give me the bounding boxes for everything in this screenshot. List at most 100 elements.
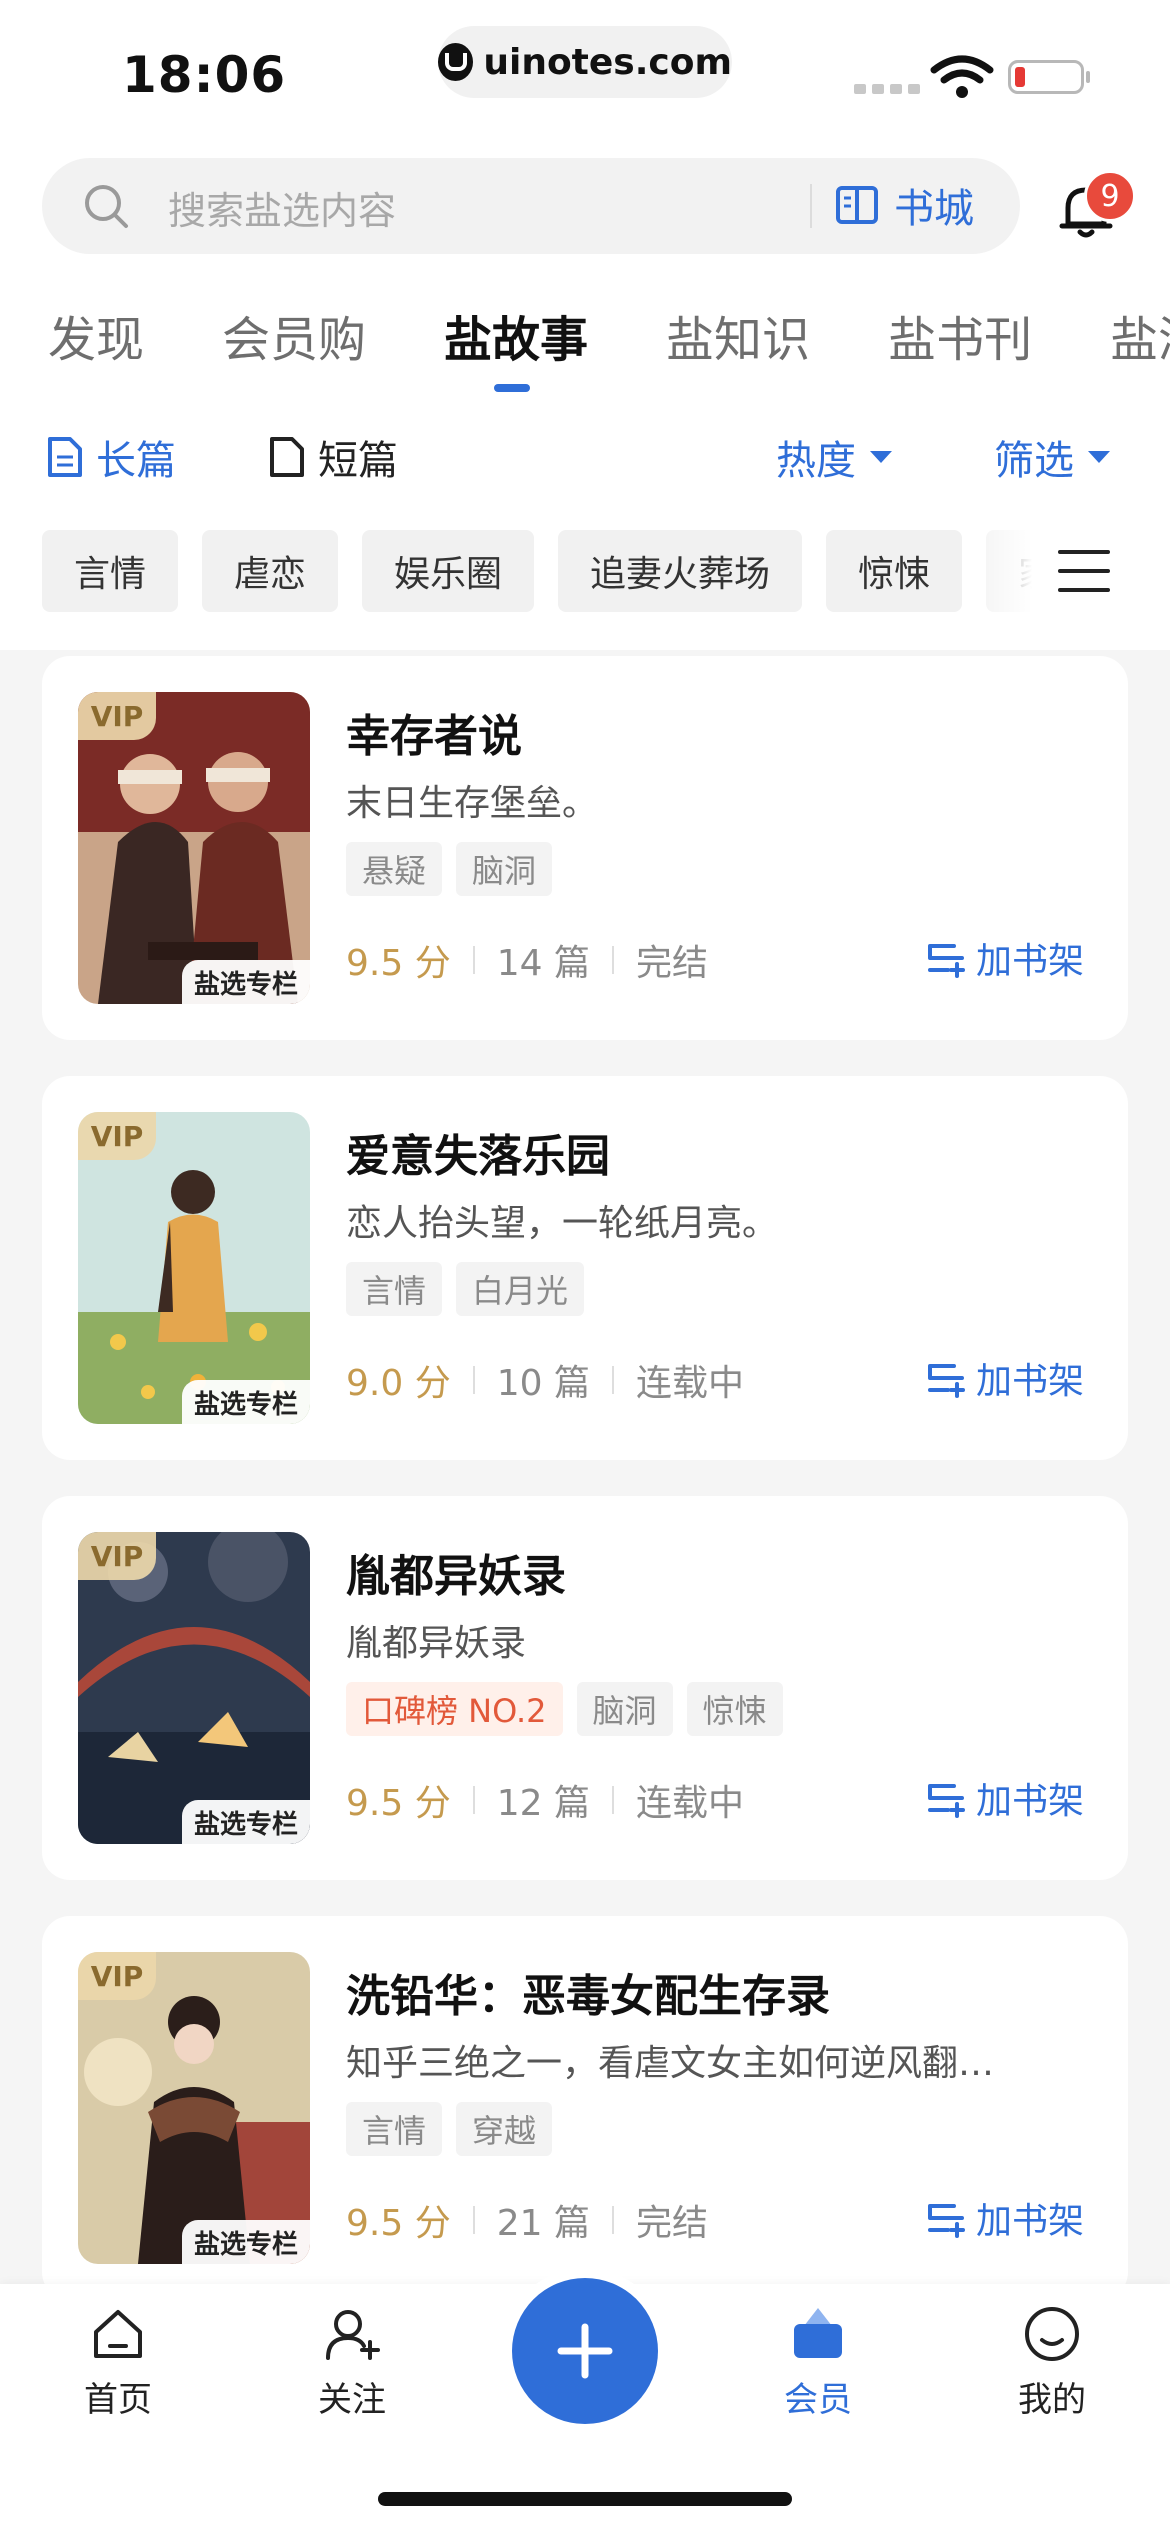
tab-salt-test[interactable]: 盐测 <box>1110 300 1170 370</box>
add-shelf-icon <box>927 2204 965 2238</box>
vip-badge: VIP <box>78 1952 156 2000</box>
book-title: 胤都异妖录 <box>346 1551 566 1602</box>
nav-mine[interactable]: 我的 <box>982 2304 1122 2421</box>
long-form-filter[interactable]: 长篇 <box>46 428 176 486</box>
add-shelf-label: 加书架 <box>975 2201 1084 2242</box>
search-input[interactable]: 搜索盐选内容 <box>168 180 396 235</box>
chip-chasing-wife[interactable]: 追妻火葬场 <box>558 530 803 612</box>
divider <box>472 1366 475 1394</box>
book-cover[interactable]: VIP 盐选专栏 <box>78 1532 310 1844</box>
divider <box>472 2206 475 2234</box>
filter-dropdown[interactable]: 筛选 <box>994 428 1110 486</box>
book-card[interactable]: VIP 盐选专栏 幸存者说 末日生存堡垒。 悬疑 脑洞 9.5 分 14 篇 完… <box>42 656 1128 1040</box>
column-label: 盐选专栏 <box>181 1380 310 1424</box>
add-to-shelf-button[interactable]: 加书架 <box>926 1352 1084 1404</box>
book-meta: 9.5 分 14 篇 完结 <box>346 934 708 986</box>
tab-salt-books[interactable]: 盐书刊 <box>888 300 1032 370</box>
vip-badge: VIP <box>78 692 156 740</box>
book-description: 知乎三绝之一，看虐文女主如何逆风翻… <box>346 2043 995 2084</box>
home-icon <box>94 2310 142 2358</box>
book-description: 恋人抬头望，一轮纸月亮。 <box>346 1203 779 1244</box>
long-form-label: 长篇 <box>96 438 176 484</box>
book-score: 9.5 分 <box>346 943 451 984</box>
notification-badge: 9 <box>1084 170 1136 222</box>
add-to-shelf-button[interactable]: 加书架 <box>926 1772 1084 1824</box>
sort-dropdown[interactable]: 热度 <box>776 428 892 486</box>
book-card[interactable]: VIP 盐选专栏 爱意失落乐园 恋人抬头望，一轮纸月亮。 言情 白月光 9.0 … <box>42 1076 1128 1460</box>
book-title: 爱意失落乐园 <box>346 1131 610 1182</box>
tag: 言情 <box>346 1262 443 1316</box>
nav-member-label: 会员 <box>784 2380 852 2420</box>
add-to-shelf-button[interactable]: 加书架 <box>926 2192 1084 2244</box>
book-score: 9.5 分 <box>346 2203 451 2244</box>
filter-label: 筛选 <box>994 438 1074 484</box>
divider <box>472 946 475 974</box>
tab-salt-story[interactable]: 盐故事 <box>444 300 588 370</box>
book-cover[interactable]: VIP 盐选专栏 <box>78 1112 310 1424</box>
nav-follow-label: 关注 <box>318 2380 386 2420</box>
ranking-tag: 口碑榜 NO.2 <box>346 1682 563 1736</box>
nav-home[interactable]: 首页 <box>48 2304 188 2421</box>
nav-member[interactable]: 会员 <box>748 2304 888 2421</box>
site-logo-icon <box>438 43 474 81</box>
tag: 悬疑 <box>346 842 443 896</box>
chip-romance[interactable]: 言情 <box>42 530 179 612</box>
url-pill[interactable]: uinotes.com <box>438 26 732 98</box>
book-score: 9.0 分 <box>346 1363 451 1404</box>
book-chapters: 21 篇 <box>496 2203 590 2244</box>
divider <box>611 1366 614 1394</box>
tab-salt-knowledge[interactable]: 盐知识 <box>666 300 810 370</box>
column-label: 盐选专栏 <box>181 2220 310 2264</box>
short-form-filter[interactable]: 短篇 <box>268 428 398 486</box>
book-card[interactable]: VIP 盐选专栏 胤都异妖录 胤都异妖录 口碑榜 NO.2 脑洞 惊悚 9.5 … <box>42 1496 1128 1880</box>
search-icon <box>85 185 128 228</box>
document-icon <box>48 437 82 477</box>
tab-member-shop[interactable]: 会员购 <box>222 300 366 370</box>
bookstore-button[interactable]: 书城 <box>834 176 974 234</box>
nav-mine-label: 我的 <box>1018 2380 1086 2420</box>
book-cover[interactable]: VIP 盐选专栏 <box>78 1952 310 2264</box>
book-card[interactable]: VIP 盐选专栏 洗铅华：恶毒女配生存录 知乎三绝之一，看虐文女主如何逆风翻… … <box>42 1916 1128 2300</box>
battery-icon <box>1008 60 1090 94</box>
chip-angst[interactable]: 虐恋 <box>202 530 339 612</box>
status-time: 18:06 <box>122 46 287 104</box>
book-cover[interactable]: VIP 盐选专栏 <box>78 692 310 1004</box>
member-crown-icon <box>794 2308 842 2358</box>
add-shelf-icon <box>927 1784 965 1818</box>
divider <box>611 1786 614 1814</box>
book-icon <box>836 186 878 224</box>
short-form-label: 短篇 <box>318 438 398 484</box>
profile-smile-icon <box>1025 2307 1079 2361</box>
home-indicator <box>378 2492 792 2506</box>
book-description: 末日生存堡垒。 <box>346 783 599 824</box>
menu-icon[interactable] <box>1058 546 1110 596</box>
chip-entertainment[interactable]: 娱乐圈 <box>362 530 535 612</box>
search-bar[interactable]: 搜索盐选内容 书城 <box>42 158 1020 254</box>
book-tags: 言情 白月光 <box>346 1262 585 1316</box>
book-tags: 悬疑 脑洞 <box>346 842 553 896</box>
book-description: 胤都异妖录 <box>346 1623 527 1664</box>
divider <box>611 946 614 974</box>
add-shelf-icon <box>927 1364 965 1398</box>
active-tab-indicator <box>494 384 530 392</box>
tag: 惊悚 <box>686 1682 783 1736</box>
follow-user-icon <box>326 2310 380 2360</box>
vip-badge: VIP <box>78 1532 156 1580</box>
nav-home-label: 首页 <box>84 2380 152 2420</box>
tab-discover[interactable]: 发现 <box>48 300 144 370</box>
book-status: 连载中 <box>635 1783 744 1824</box>
category-chips: 言情 虐恋 娱乐圈 追妻火葬场 惊悚 家 <box>42 530 1052 612</box>
nav-follow[interactable]: 关注 <box>282 2304 422 2421</box>
add-shelf-label: 加书架 <box>975 941 1084 982</box>
add-to-shelf-button[interactable]: 加书架 <box>926 932 1084 984</box>
book-tags: 言情 穿越 <box>346 2102 553 2156</box>
filter-row: 长篇 短篇 热度 筛选 <box>0 420 1170 490</box>
chip-thriller[interactable]: 惊悚 <box>826 530 963 612</box>
plus-icon <box>557 2323 613 2379</box>
tag: 白月光 <box>456 1262 585 1316</box>
book-meta: 9.0 分 10 篇 连载中 <box>346 1354 744 1406</box>
tag: 脑洞 <box>576 1682 673 1736</box>
create-button[interactable] <box>512 2278 658 2424</box>
column-label: 盐选专栏 <box>181 960 310 1004</box>
column-label: 盐选专栏 <box>181 1800 310 1844</box>
